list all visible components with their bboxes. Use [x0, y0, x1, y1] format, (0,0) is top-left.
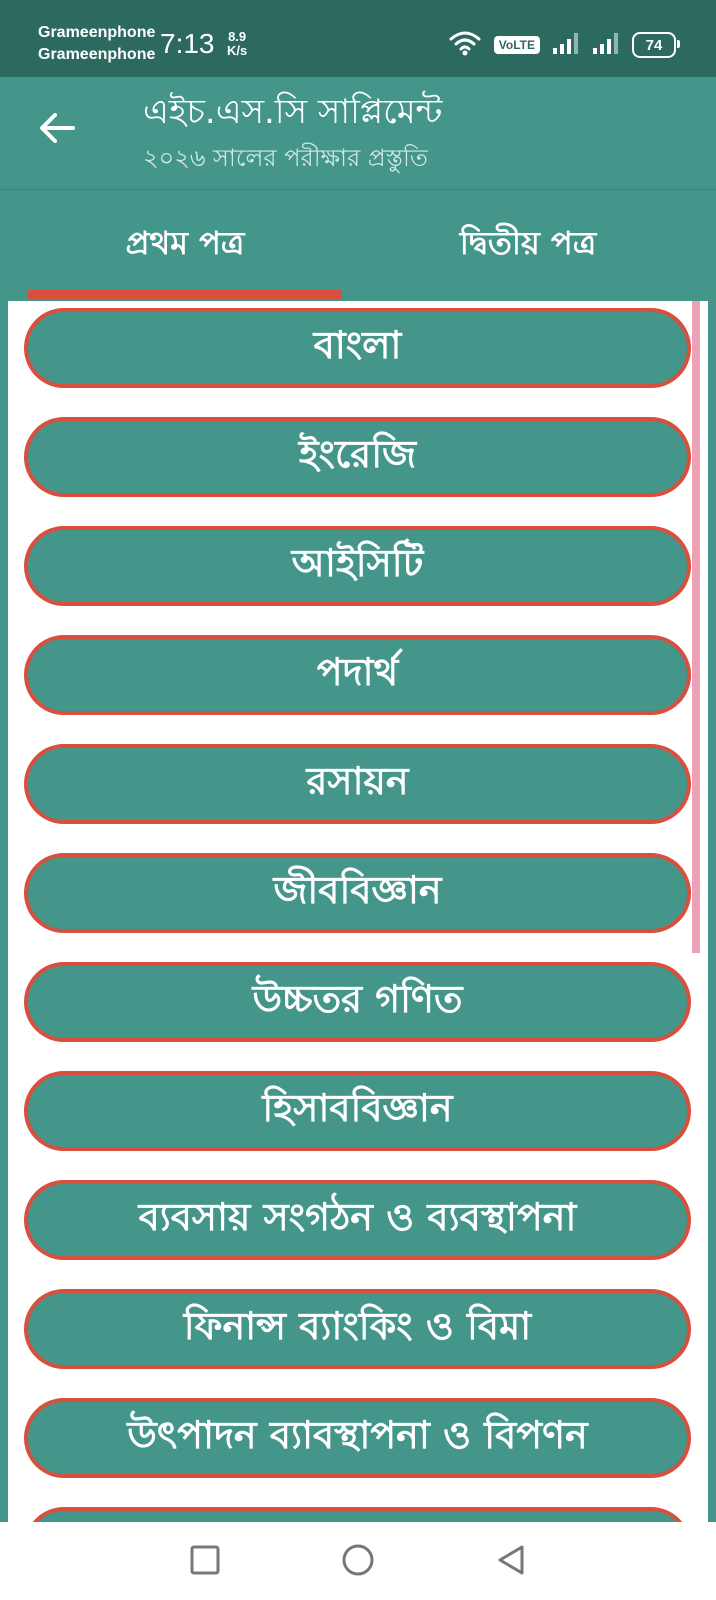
signal-icon [552, 31, 580, 59]
tab-first-paper[interactable]: প্রথম পত্র [28, 190, 342, 300]
subject-button-bangla[interactable]: বাংলা [24, 308, 691, 388]
carrier-names: Grameenphone Grameenphone [38, 22, 155, 66]
app-subtitle: ২০২৬ সালের পরীক্ষার প্রস্তুতি [143, 144, 428, 172]
volte-icon: VoLTE [493, 36, 540, 54]
app-bar: এইচ.এস.সি সাপ্লিমেন্ট ২০২৬ সালের পরীক্ষা… [0, 77, 716, 190]
subject-button-chemistry[interactable]: রসায়ন [24, 744, 691, 824]
back-nav-button[interactable] [489, 1540, 533, 1584]
home-button[interactable] [336, 1540, 380, 1584]
clock: 7:13 [160, 28, 215, 59]
speed-value: 8.9 [228, 29, 247, 44]
speed-unit: K/s [227, 43, 248, 58]
subject-button-physics[interactable]: পদার্থ [24, 635, 691, 715]
subject-button-production-marketing[interactable]: উৎপাদন ব্যাবস্থাপনা ও বিপণন [24, 1398, 691, 1478]
scrollbar-thumb[interactable] [692, 301, 700, 953]
subject-button-accounting[interactable]: হিসাববিজ্ঞান [24, 1071, 691, 1151]
tab-second-paper[interactable]: দ্বিতীয় পত্র [358, 190, 698, 300]
subject-button-english[interactable]: ইংরেজি [24, 417, 691, 497]
recents-button[interactable] [183, 1540, 227, 1584]
signal-icon [592, 31, 620, 59]
tab-bar: প্রথম পত্র দ্বিতীয় পত্র [0, 190, 716, 300]
arrow-left-icon [38, 111, 76, 149]
home-circle-icon [340, 1542, 376, 1582]
carrier-1: Grameenphone [38, 24, 156, 41]
wifi-icon [448, 30, 482, 60]
status-bar: Grameenphone Grameenphone 7:13 8.9 K/s V… [0, 0, 716, 77]
subject-button-finance-banking[interactable]: ফিনান্স ব্যাংকিং ও বিমা [24, 1289, 691, 1369]
back-button[interactable] [32, 105, 82, 155]
subject-button-higher-math[interactable]: উচ্চতর গণিত [24, 962, 691, 1042]
subject-button-partial[interactable] [24, 1507, 691, 1522]
network-speed: 8.9 K/s [227, 30, 247, 58]
recents-square-icon [189, 1544, 221, 1580]
subject-button-ict[interactable]: আইসিটি [24, 526, 691, 606]
system-nav-bar [0, 1522, 716, 1600]
subject-button-business-org[interactable]: ব্যবসায় সংগঠন ও ব্যবস্থাপনা [24, 1180, 691, 1260]
tab-indicator [28, 290, 342, 299]
carrier-2: Grameenphone [38, 46, 156, 63]
status-icons: VoLTE 74 [448, 30, 680, 60]
back-triangle-icon [494, 1543, 528, 1581]
subject-list: বাংলা ইংরেজি আইসিটি পদার্থ রসায়ন জীববিজ… [24, 308, 691, 1522]
app-title: এইচ.এস.সি সাপ্লিমেন্ট [143, 92, 443, 132]
subject-list-panel[interactable]: বাংলা ইংরেজি আইসিটি পদার্থ রসায়ন জীববিজ… [8, 301, 708, 1522]
subject-button-biology[interactable]: জীববিজ্ঞান [24, 853, 691, 933]
battery-icon: 74 [632, 32, 680, 58]
